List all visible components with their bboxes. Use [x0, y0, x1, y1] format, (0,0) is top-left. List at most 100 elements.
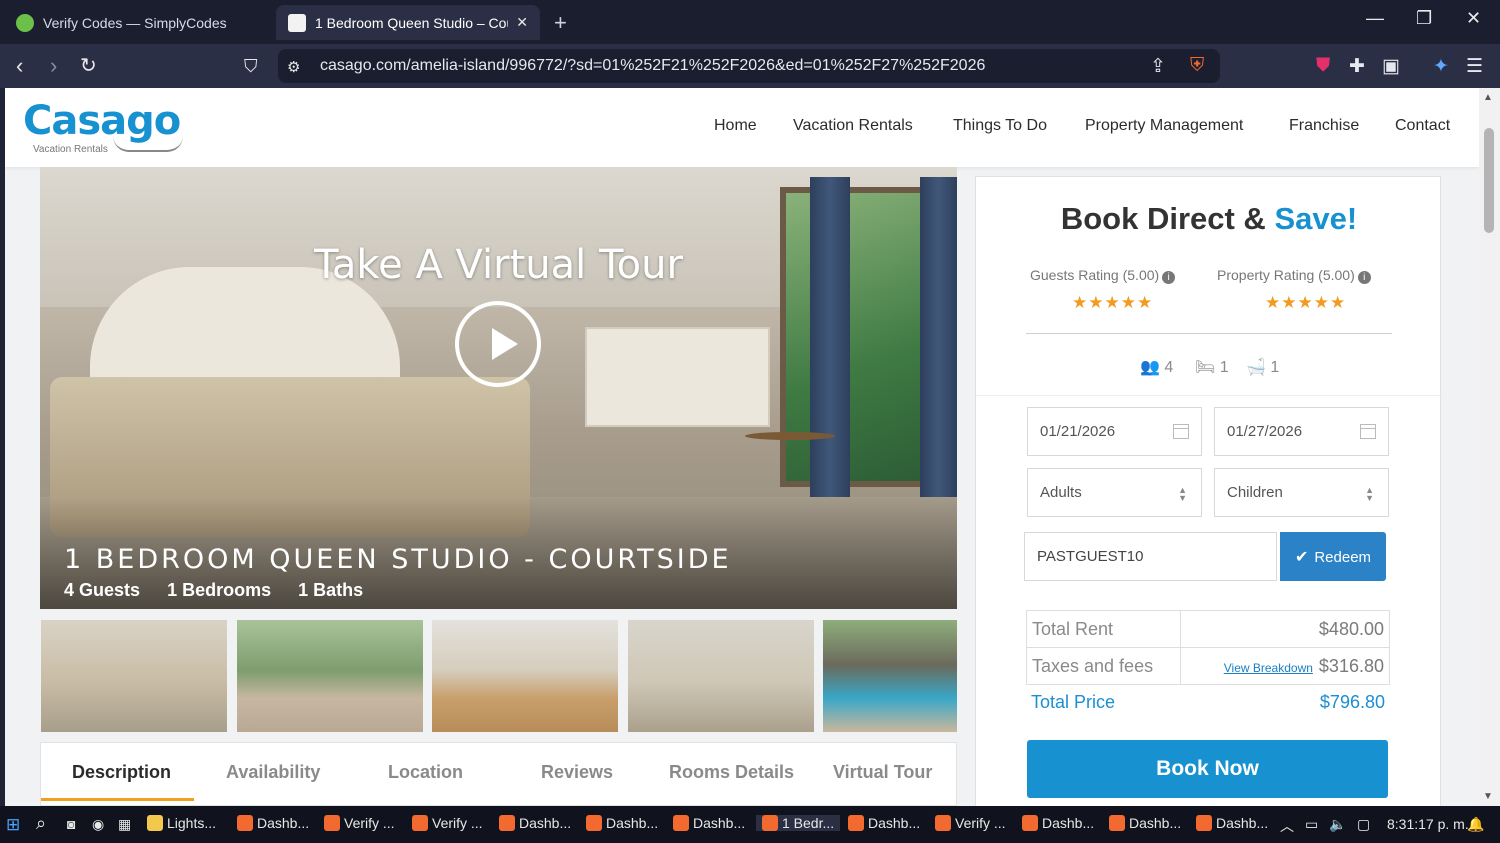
gallery-thumbnail[interactable]	[237, 620, 423, 732]
nav-things-to-do[interactable]: Things To Do	[953, 117, 1047, 135]
property-rating: Property Rating (5.00) i	[1217, 267, 1371, 284]
checkout-date-field[interactable]: 01/27/2026	[1214, 407, 1389, 456]
beds-amenity: 🛏 1	[1195, 357, 1229, 377]
calendar-icon	[1173, 424, 1189, 439]
reload-icon[interactable]: ↻	[80, 54, 97, 78]
new-tab-button[interactable]: +	[554, 10, 567, 36]
leo-ai-icon[interactable]: ✦	[1433, 55, 1449, 78]
url-text[interactable]: casago.com/amelia-island/996772/?sd=01%2…	[320, 57, 985, 75]
guests-count: 4 Guests	[64, 580, 141, 600]
chevron-up-icon[interactable]: ︿	[1280, 816, 1294, 836]
play-icon[interactable]	[455, 301, 541, 387]
gallery-thumbnail[interactable]	[432, 620, 618, 732]
taskbar-item-browser[interactable]: Dashb...	[499, 815, 571, 831]
taskbar-item-browser[interactable]: Verify ...	[412, 815, 483, 831]
brave-shield-icon[interactable]: ⛨	[1190, 55, 1204, 77]
notification-center-icon[interactable]: ▢	[1357, 816, 1370, 833]
taskbar-item-browser[interactable]: Verify ...	[935, 815, 1006, 831]
search-icon[interactable]: ⌕	[36, 813, 46, 834]
children-select[interactable]: Children ▲ ▼	[1214, 468, 1389, 517]
maps-app-icon[interactable]: ◉	[92, 816, 104, 833]
close-window-button[interactable]: ✕	[1466, 8, 1481, 29]
info-icon[interactable]: i	[1162, 271, 1176, 284]
brave-icon	[1022, 815, 1038, 831]
checkin-date-field[interactable]: 01/21/2026	[1027, 407, 1202, 456]
taskbar-item-browser[interactable]: Dashb...	[848, 815, 920, 831]
tab-rooms-details[interactable]: Rooms Details	[669, 762, 794, 783]
promo-code-value: PASTGUEST10	[1037, 548, 1144, 565]
taskbar-item-label: 1 Bedr...	[782, 815, 835, 831]
book-now-button[interactable]: Book Now	[1027, 740, 1388, 798]
nav-home[interactable]: Home	[714, 117, 757, 135]
gallery-thumbnail[interactable]	[628, 620, 814, 732]
bookmark-icon[interactable]: ⛉	[244, 54, 258, 78]
calculator-app-icon[interactable]: ▦	[118, 816, 131, 833]
bath-icon: 🛁	[1246, 359, 1266, 376]
taskbar-item-browser[interactable]: Dashb...	[1196, 815, 1268, 831]
casago-logo[interactable]: Casago Vacation Rentals	[23, 98, 183, 155]
camera-app-icon[interactable]: ◙	[67, 816, 75, 832]
redeem-button[interactable]: ✔ Redeem	[1280, 532, 1386, 581]
taskbar-item-label: Verify ...	[344, 815, 395, 831]
tab-virtual-tour[interactable]: Virtual Tour	[833, 762, 932, 783]
promo-code-input[interactable]: PASTGUEST10	[1024, 532, 1277, 581]
nav-franchise[interactable]: Franchise	[1289, 117, 1359, 135]
browser-tab-simplycodes[interactable]: Verify Codes — SimplyCodes	[4, 5, 268, 40]
nav-vacation-rentals[interactable]: Vacation Rentals	[793, 117, 913, 135]
beds-amenity-count: 1	[1219, 359, 1229, 376]
taskbar-item-label: Dashb...	[257, 815, 310, 831]
network-icon[interactable]: ▭	[1305, 816, 1318, 833]
scroll-down-icon[interactable]: ▼	[1483, 791, 1493, 802]
tab-description[interactable]: Description	[72, 762, 171, 783]
tab-reviews[interactable]: Reviews	[541, 762, 613, 783]
bedrooms-count: 1 Bedrooms	[167, 580, 272, 600]
booking-heading: Book Direct & Save!	[976, 201, 1442, 237]
tab-location[interactable]: Location	[388, 762, 463, 783]
taskbar-item-browser[interactable]: Dashb...	[1022, 815, 1094, 831]
taskbar-item-label: Dashb...	[519, 815, 572, 831]
clock-time[interactable]: 8:31:17 p. m.	[1387, 816, 1469, 832]
taskbar-item-browser[interactable]: Dashb...	[237, 815, 309, 831]
browser-tab-casago[interactable]: 1 Bedroom Queen Studio – Cour ✕	[276, 5, 540, 40]
back-arrow-icon[interactable]: ‹	[16, 54, 23, 78]
virtual-tour-heading[interactable]: Take A Virtual Tour	[40, 242, 957, 288]
extension-shield-icon[interactable]: ⛊	[1316, 55, 1330, 77]
nav-contact[interactable]: Contact	[1395, 117, 1450, 135]
view-breakdown-link[interactable]: View Breakdown	[1224, 661, 1313, 675]
page-scrollbar[interactable]: ▲ ▼	[1479, 88, 1500, 806]
taxes-label: Taxes and fees	[1026, 647, 1181, 685]
taskbar-item-browser[interactable]: Verify ...	[324, 815, 395, 831]
taskbar-item-browser[interactable]: Dashb...	[1109, 815, 1181, 831]
scroll-thumb[interactable]	[1484, 128, 1494, 233]
taskbar-item-file-explorer[interactable]: Lights...	[147, 815, 216, 831]
adults-select[interactable]: Adults ▲ ▼	[1027, 468, 1202, 517]
bell-icon[interactable]: 🔔	[1467, 816, 1484, 833]
volume-icon[interactable]: 🔈	[1329, 816, 1346, 833]
browser-menu-icon[interactable]: ☰	[1466, 55, 1483, 78]
taskbar-item-browser[interactable]: Dashb...	[586, 815, 658, 831]
reader-mode-icon[interactable]: ▣	[1382, 55, 1400, 78]
gallery-thumbnail[interactable]	[41, 620, 227, 732]
calendar-icon	[1360, 424, 1376, 439]
share-icon[interactable]: ⇪	[1150, 55, 1166, 78]
site-settings-icon[interactable]: ⚙	[287, 56, 300, 80]
gallery-thumbnail[interactable]	[823, 620, 957, 732]
total-rent-value: $480.00	[1180, 610, 1390, 648]
info-icon[interactable]: i	[1357, 271, 1371, 284]
tab-availability[interactable]: Availability	[226, 762, 320, 783]
close-tab-icon[interactable]: ✕	[516, 14, 528, 31]
adults-placeholder: Adults	[1040, 484, 1082, 501]
hero-photo[interactable]: Take A Virtual Tour 1 BEDROOM QUEEN STUD…	[40, 167, 957, 609]
scroll-up-icon[interactable]: ▲	[1483, 92, 1493, 103]
taskbar-item-browser[interactable]: Dashb...	[673, 815, 745, 831]
minimize-window-button[interactable]: —	[1366, 8, 1384, 29]
taskbar-item-browser-active[interactable]: 1 Bedr...	[756, 815, 841, 831]
forward-arrow-icon[interactable]: ›	[50, 54, 57, 78]
nav-property-management[interactable]: Property Management	[1085, 117, 1243, 135]
brave-icon	[848, 815, 864, 831]
children-placeholder: Children	[1227, 484, 1283, 501]
extensions-puzzle-icon[interactable]: ✚	[1349, 55, 1365, 78]
tab-title: Verify Codes — SimplyCodes	[43, 14, 227, 31]
windows-start-icon[interactable]: ⊞	[6, 815, 20, 835]
restore-window-button[interactable]: ❐	[1416, 8, 1432, 29]
